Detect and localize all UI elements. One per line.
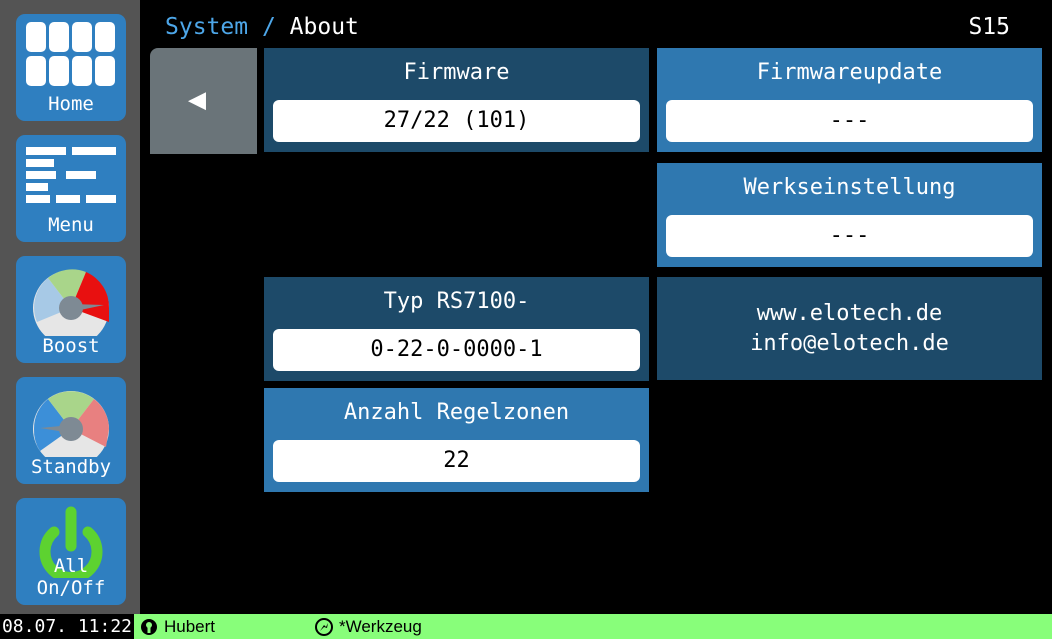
website-text: www.elotech.de xyxy=(756,301,943,326)
zonen-panel: Anzahl Regelzonen 22 xyxy=(264,388,649,492)
typ-value: 0-22-0-0000-1 xyxy=(273,329,640,371)
boost-button[interactable]: Boost xyxy=(16,256,126,363)
gauge-standby-icon xyxy=(33,391,109,457)
werkseinstellung-panel[interactable]: Werkseinstellung --- xyxy=(657,163,1042,267)
typ-title: Typ RS7100- xyxy=(383,289,530,314)
all-on-off-button[interactable]: All On/Off xyxy=(16,498,126,605)
firmwareupdate-panel[interactable]: Firmwareupdate --- xyxy=(657,48,1042,152)
status-bar: 08.07. 11:22 Hubert *Werkzeug xyxy=(0,614,1052,639)
firmware-title: Firmware xyxy=(403,60,510,85)
contact-panel: www.elotech.de info@elotech.de xyxy=(657,277,1042,380)
page-title: About xyxy=(289,14,359,40)
werkseinstellung-title: Werkseinstellung xyxy=(743,175,956,200)
menu-icon xyxy=(26,147,116,203)
boost-label: Boost xyxy=(42,335,100,357)
all-on-off-label: All On/Off xyxy=(36,555,106,599)
page-number: S15 xyxy=(968,14,1010,40)
firmware-panel: Firmware 27/22 (101) xyxy=(264,48,649,152)
gauge-boost-icon xyxy=(33,269,110,336)
werkseinstellung-value[interactable]: --- xyxy=(666,215,1033,257)
standby-button[interactable]: Standby xyxy=(16,377,126,484)
zonen-value: 22 xyxy=(273,440,640,482)
datetime: 08.07. 11:22 xyxy=(0,614,134,639)
firmwareupdate-title: Firmwareupdate xyxy=(756,60,943,85)
typ-panel: Typ RS7100- 0-22-0-0000-1 xyxy=(264,277,649,381)
zonen-title: Anzahl Regelzonen xyxy=(343,400,570,425)
firmware-value: 27/22 (101) xyxy=(273,100,640,142)
user-name: Hubert xyxy=(164,617,216,636)
breadcrumb: System / About xyxy=(165,14,359,40)
tool-name: *Werkzeug xyxy=(339,617,422,636)
back-button[interactable]: ◀ xyxy=(150,48,257,154)
tool-icon xyxy=(315,618,333,636)
breadcrumb-section[interactable]: System xyxy=(165,14,248,40)
home-button[interactable]: Home xyxy=(16,14,126,121)
email-text: info@elotech.de xyxy=(750,331,949,356)
sidebar: Home Menu Boost Standby All On/Off xyxy=(0,0,140,614)
grid-icon xyxy=(26,22,115,86)
back-arrow-icon: ◀ xyxy=(188,82,207,117)
breadcrumb-separator: / xyxy=(261,14,276,40)
firmwareupdate-value[interactable]: --- xyxy=(666,100,1033,142)
menu-button[interactable]: Menu xyxy=(16,135,126,242)
user-icon xyxy=(141,619,157,635)
standby-label: Standby xyxy=(30,456,112,478)
home-label: Home xyxy=(48,93,94,115)
menu-label: Menu xyxy=(48,214,94,236)
